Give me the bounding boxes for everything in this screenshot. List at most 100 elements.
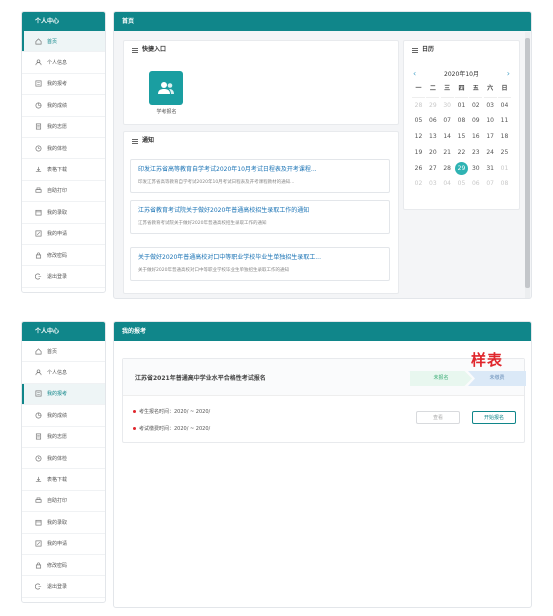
sidebar-item-label: 我的报考 [47,391,68,398]
sidebar-item[interactable]: 首页 [22,341,105,363]
calendar-day[interactable]: 15 [455,129,468,145]
sidebar-item[interactable]: 我的成绩 [22,95,105,117]
calendar-day[interactable]: 13 [426,129,439,145]
calendar-day[interactable]: 23 [469,145,482,161]
sidebar-item[interactable]: 我的成绩 [22,405,105,427]
calendar-day[interactable]: 11 [498,113,511,129]
calendar-day-today[interactable]: 29 [454,161,468,175]
calendar-day[interactable]: 04 [441,176,454,192]
chevron-left-icon[interactable]: ‹ [413,69,416,78]
sidebar-item[interactable]: 修改密码 [22,245,105,267]
calendar-day[interactable]: 17 [484,129,497,145]
sidebar-item[interactable]: 退出登录 [22,576,105,598]
sidebar-item-label: 修改密码 [47,562,68,569]
calendar-day[interactable]: 29 [426,98,439,114]
calendar-day[interactable]: 04 [498,98,511,114]
notice-item[interactable]: 江苏省教育考试院关于做好2020年普通高校招生录取工作的通知 江苏省教育考试院关… [130,200,390,234]
sidebar-item[interactable]: 表格下载 [22,469,105,491]
calendar-day[interactable]: 22 [455,145,468,161]
sidebar-item[interactable]: 我的申请 [22,534,105,555]
calendar-day[interactable]: 07 [441,113,454,129]
calendar-day[interactable]: 24 [484,145,497,161]
sidebar-item-label: 修改密码 [47,252,68,259]
calendar-day[interactable]: 16 [469,129,482,145]
sidebar-item[interactable]: 我的志愿 [22,427,105,448]
sidebar-item-label: 首页 [47,348,58,355]
sidebar-item-label: 我的报考 [47,81,68,88]
calendar-month-bar: ‹ 2020年10月 › [404,65,519,81]
calendar-day[interactable]: 02 [412,176,425,192]
sidebar-item[interactable]: 个人信息 [22,362,105,384]
sidebar-item-label: 我的成绩 [47,102,68,109]
notice-item-title[interactable]: 关于做好2020年普通高校对口中等职业学校毕业生单独招生录取工... [138,253,382,263]
calendar-icon [35,209,42,216]
calendar-day[interactable]: 03 [426,176,439,192]
calendar-day[interactable]: 08 [455,113,468,129]
sidebar-item[interactable]: 我的录取 [22,512,105,534]
calendar-icon [35,519,42,526]
notice-item[interactable]: 印发江苏省高等教育自学考试2020年10月考试日程表及开考课程... 印发江苏省… [130,159,390,193]
calendar-day[interactable]: 06 [426,113,439,129]
sidebar-item[interactable]: 表格下载 [22,159,105,181]
calendar-day[interactable]: 28 [412,98,425,114]
calendar-day[interactable]: 26 [412,161,425,177]
sidebar-title: 个人中心 [22,322,105,341]
scrollbar-thumb[interactable] [525,38,530,288]
chart-icon [35,412,42,419]
sidebar-item[interactable]: 我的报考 [22,74,105,96]
notice-title: 通知 [124,132,398,150]
calendar-weekday-row: 一二三四五六日 [404,81,519,98]
sidebar-item[interactable]: 我的申请 [22,224,105,245]
calendar-day[interactable]: 30 [441,98,454,114]
calendar-day[interactable]: 01 [498,161,511,177]
calendar-day[interactable]: 21 [441,145,454,161]
list-icon [132,138,138,144]
sidebar-item[interactable]: 自助打印 [22,491,105,513]
calendar-day[interactable]: 12 [412,129,425,145]
calendar-day[interactable]: 27 [426,161,439,177]
sidebar-item[interactable]: 我的报考 [22,383,105,406]
calendar-day[interactable]: 31 [484,161,497,177]
chevron-right-icon[interactable]: › [507,69,510,78]
calendar-day[interactable]: 10 [484,113,497,129]
sidebar-item[interactable]: 我的志愿 [22,117,105,138]
sidebar-item[interactable]: 修改密码 [22,555,105,577]
view-button[interactable]: 查看 [416,411,460,424]
notice-item-title[interactable]: 印发江苏省高等教育自学考试2020年10月考试日程表及开考课程... [138,165,382,175]
calendar-day[interactable]: 02 [469,98,482,114]
notice-item[interactable]: 关于做好2020年普通高校对口中等职业学校毕业生单独招生录取工... 关于做好2… [130,247,390,281]
sidebar-item-label: 我的录取 [47,519,68,526]
scrollbar[interactable] [525,32,530,298]
calendar-day[interactable]: 19 [412,145,425,161]
calendar-day[interactable]: 30 [469,161,482,177]
start-registration-button[interactable]: 开始报名 [472,411,516,424]
sidebar-item[interactable]: 我的体检 [22,138,105,160]
sidebar-item[interactable]: 首页 [22,31,105,53]
calendar-day[interactable]: 18 [498,129,511,145]
calendar-day[interactable]: 14 [441,129,454,145]
calendar-day[interactable]: 06 [469,176,482,192]
calendar-day[interactable]: 03 [484,98,497,114]
home-panel: 首页 快捷入口 学考报名 通知 印发江苏省高等教育自学考试2020年10月考试日… [113,11,532,299]
sidebar-item[interactable]: 自助打印 [22,181,105,203]
calendar-day[interactable]: 07 [484,176,497,192]
calendar-title: 日历 [404,41,519,59]
calendar-day[interactable]: 05 [455,176,468,192]
sidebar-item[interactable]: 退出登录 [22,266,105,288]
sidebar-item-label: 我的申请 [47,541,68,548]
doc-icon [35,123,42,130]
exam-signup-tile[interactable]: 学考报名 [149,71,184,115]
chart-icon [35,102,42,109]
calendar-day[interactable]: 25 [498,145,511,161]
calendar-day[interactable]: 05 [412,113,425,129]
calendar-day[interactable]: 08 [498,176,511,192]
calendar-day[interactable]: 28 [441,161,454,177]
sidebar-item[interactable]: 我的体检 [22,448,105,470]
notice-item-title[interactable]: 江苏省教育考试院关于做好2020年普通高校招生录取工作的通知 [138,206,382,216]
user-icon [35,369,42,376]
calendar-day[interactable]: 01 [455,98,468,114]
sidebar-item[interactable]: 我的录取 [22,202,105,224]
sidebar-item[interactable]: 个人信息 [22,52,105,74]
calendar-day[interactable]: 09 [469,113,482,129]
calendar-day[interactable]: 20 [426,145,439,161]
